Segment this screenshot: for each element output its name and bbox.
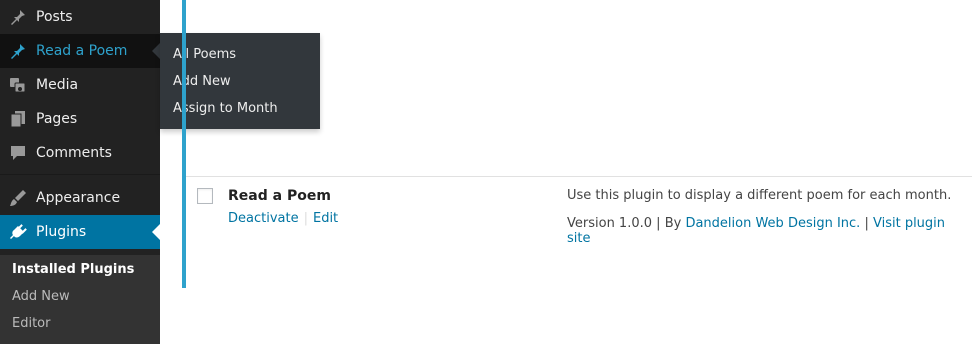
media-icon — [9, 75, 27, 95]
plugin-meta: Version 1.0.0 | By Dandelion Web Design … — [567, 216, 972, 246]
action-separator: | — [303, 211, 308, 226]
sidebar-item-label: Appearance — [36, 190, 121, 206]
sidebar-item-label: Read a Poem — [36, 43, 128, 59]
sidebar-item-plugins[interactable]: Plugins — [0, 215, 160, 249]
active-plugin-indicator — [182, 0, 186, 288]
sidebar-item-read-a-poem[interactable]: Read a Poem — [0, 34, 160, 68]
plugin-version: Version 1.0.0 — [567, 216, 653, 231]
sidebar-item-comments[interactable]: Comments — [0, 136, 160, 170]
current-menu-caret — [152, 224, 160, 240]
sidebar-item-appearance[interactable]: Appearance — [0, 181, 160, 215]
meta-separator: | — [864, 216, 869, 231]
pin-icon — [9, 7, 27, 27]
sidebar-item-pages[interactable]: Pages — [0, 102, 160, 136]
submenu-editor[interactable]: Editor — [12, 316, 50, 331]
comments-icon — [9, 143, 27, 163]
edit-link[interactable]: Edit — [313, 211, 338, 226]
pin-icon — [9, 41, 27, 61]
sidebar-item-posts[interactable]: Posts — [0, 0, 160, 34]
deactivate-link[interactable]: Deactivate — [228, 211, 299, 226]
submenu-add-new[interactable]: Add New — [12, 289, 70, 304]
sidebar-item-label: Comments — [36, 145, 112, 161]
by-label: By — [664, 216, 682, 231]
flyout-caret — [152, 43, 160, 59]
meta-separator: | — [656, 216, 661, 231]
plugins-submenu: Installed Plugins Add New Editor — [0, 255, 160, 344]
admin-sidebar: Posts Read a Poem Media Pages Comments A… — [0, 0, 160, 344]
plug-icon — [9, 222, 27, 242]
menu-separator — [0, 174, 160, 175]
sidebar-item-label: Pages — [36, 111, 78, 127]
author-link[interactable]: Dandelion Web Design Inc. — [685, 216, 860, 231]
sidebar-item-label: Plugins — [36, 224, 87, 240]
pages-icon — [9, 109, 27, 129]
row-divider — [186, 176, 972, 177]
plugin-row-actions: Deactivate | Edit — [228, 211, 338, 226]
sidebar-item-media[interactable]: Media — [0, 68, 160, 102]
sidebar-item-label: Media — [36, 77, 79, 93]
sidebar-item-label: Posts — [36, 9, 73, 25]
flyout-item-assign-to-month[interactable]: Assign to Month — [173, 101, 278, 116]
submenu-installed-plugins[interactable]: Installed Plugins — [12, 262, 134, 277]
plugin-title: Read a Poem — [228, 188, 331, 204]
plugin-select-checkbox[interactable] — [197, 188, 213, 204]
plugin-description: Use this plugin to display a different p… — [567, 188, 952, 203]
brush-icon — [9, 188, 27, 208]
